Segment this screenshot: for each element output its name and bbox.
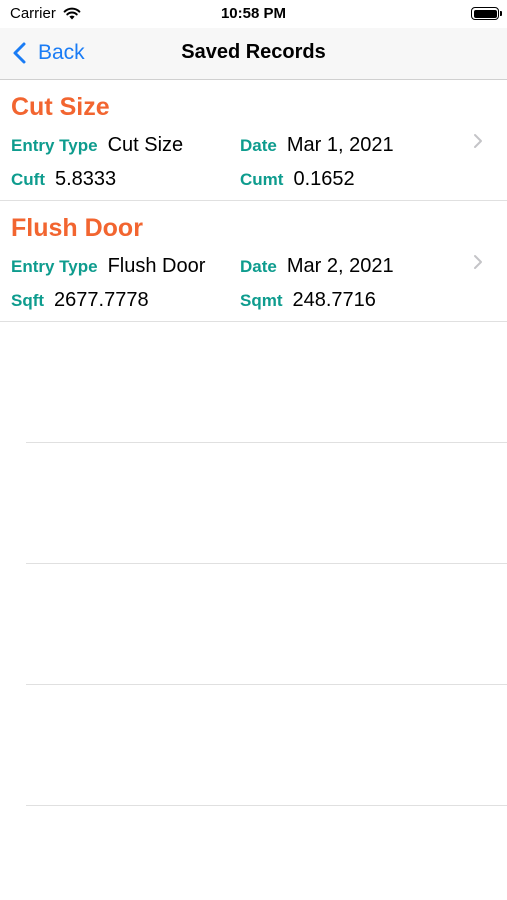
record-title: Flush Door xyxy=(11,214,143,242)
chevron-right-icon xyxy=(474,134,482,148)
entry-type-value: Flush Door xyxy=(107,255,206,277)
measure-1-field: Sqft 2677.7778 xyxy=(11,289,149,312)
empty-row-separator xyxy=(26,442,507,443)
empty-row-separator xyxy=(26,563,507,564)
date-field: Date Mar 1, 2021 xyxy=(240,134,394,157)
measure-2-value: 248.7716 xyxy=(292,289,376,311)
battery-icon xyxy=(471,7,499,20)
date-label: Date xyxy=(240,136,277,155)
record-title: Cut Size xyxy=(11,93,110,121)
empty-row-separator xyxy=(26,684,507,685)
measure-1-value: 5.8333 xyxy=(54,168,117,190)
chevron-right-icon xyxy=(474,255,482,269)
entry-type-value: Cut Size xyxy=(107,134,184,156)
measure-1-label: Sqft xyxy=(11,291,45,310)
date-value: Mar 1, 2021 xyxy=(286,134,394,156)
entry-type-label: Entry Type xyxy=(11,257,98,276)
entry-type-label: Entry Type xyxy=(11,136,98,155)
navigation-bar: Back Saved Records xyxy=(0,28,507,80)
measure-2-label: Cumt xyxy=(240,170,284,189)
measure-2-label: Sqmt xyxy=(240,291,283,310)
measure-1-value: 2677.7778 xyxy=(54,289,149,311)
empty-row-separator xyxy=(26,805,507,806)
page-title: Saved Records xyxy=(181,41,326,63)
entry-type-field: Entry Type Flush Door xyxy=(11,255,205,278)
measure-2-field: Cumt 0.1652 xyxy=(240,168,355,191)
measure-2-field: Sqmt 248.7716 xyxy=(240,289,376,312)
date-field: Date Mar 2, 2021 xyxy=(240,255,394,278)
date-label: Date xyxy=(240,257,277,276)
date-value: Mar 2, 2021 xyxy=(286,255,394,277)
measure-1-field: Cuft 5.8333 xyxy=(11,168,116,191)
measure-2-value: 0.1652 xyxy=(293,168,355,190)
status-bar: Carrier 10:58 PM xyxy=(0,0,507,28)
record-row[interactable]: Flush Door Entry Type Flush Door Date Mar … xyxy=(0,201,507,322)
record-row[interactable]: Cut Size Entry Type Cut Size Date Mar 1, 2… xyxy=(0,80,507,201)
clock: 10:58 PM xyxy=(220,5,287,22)
entry-type-field: Entry Type Cut Size xyxy=(11,134,183,157)
battery-tip xyxy=(500,11,502,16)
records-list: Cut Size Entry Type Cut Size Date Mar 1, 2… xyxy=(0,80,507,322)
measure-1-label: Cuft xyxy=(11,170,45,189)
